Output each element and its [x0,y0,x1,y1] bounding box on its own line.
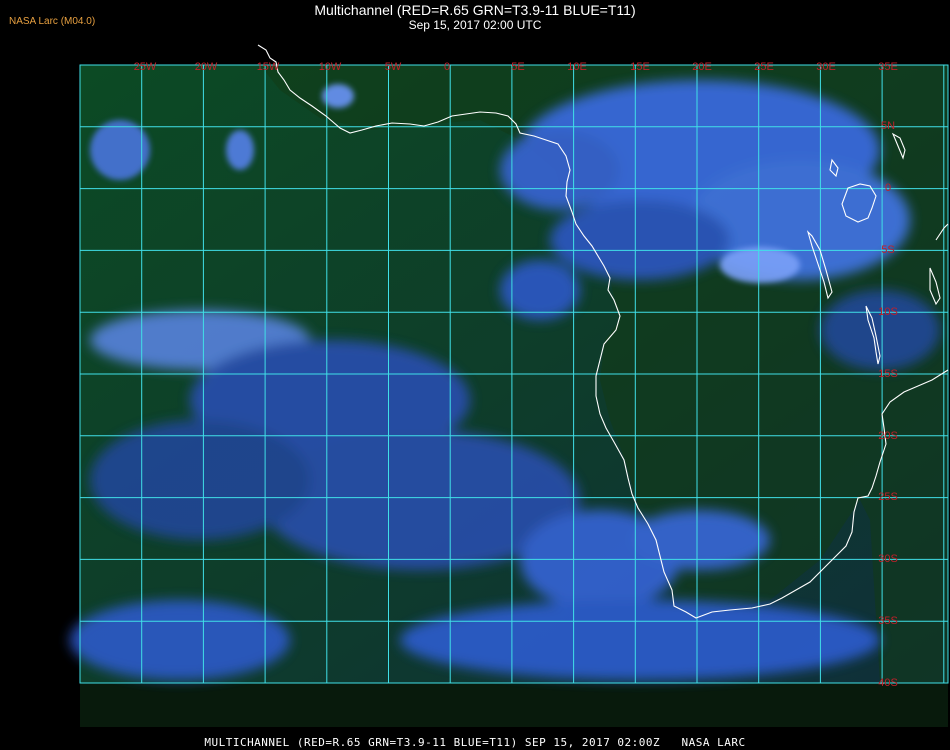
longitude-label: 20E [692,61,712,73]
longitude-label: 25W [134,61,157,73]
longitude-label: 20W [195,61,218,73]
longitude-label: 30E [816,61,836,73]
longitude-label: 15W [257,61,280,73]
latitude-label: 10S [878,306,898,318]
longitude-label: 10E [567,61,587,73]
longitude-label: 35E [878,61,898,73]
latitude-label: 5S [881,244,894,256]
image-footer: MULTICHANNEL (RED=R.65 GRN=T3.9-11 BLUE=… [204,736,746,749]
longitude-label: 25E [754,61,774,73]
longitude-label: 5E [511,61,524,73]
longitude-label: 5W [385,61,402,73]
satellite-map[interactable]: 25W 20W 15W 10W 5W 0 5E 10E 15E 20E 25E 30E 35E 5N 0 5S… [0,0,950,750]
latitude-label: 40S [878,677,898,689]
longitude-label: 15E [630,61,650,73]
latitude-label: 35S [878,615,898,627]
latitude-label: 30S [878,553,898,565]
latitude-label: 20S [878,430,898,442]
latitude-label: 0 [885,182,891,194]
longitude-label: 10W [319,61,342,73]
latitude-label: 5N [881,120,895,132]
longitude-label: 0 [444,61,450,73]
latitude-label: 15S [878,368,898,380]
latitude-label: 25S [878,491,898,503]
